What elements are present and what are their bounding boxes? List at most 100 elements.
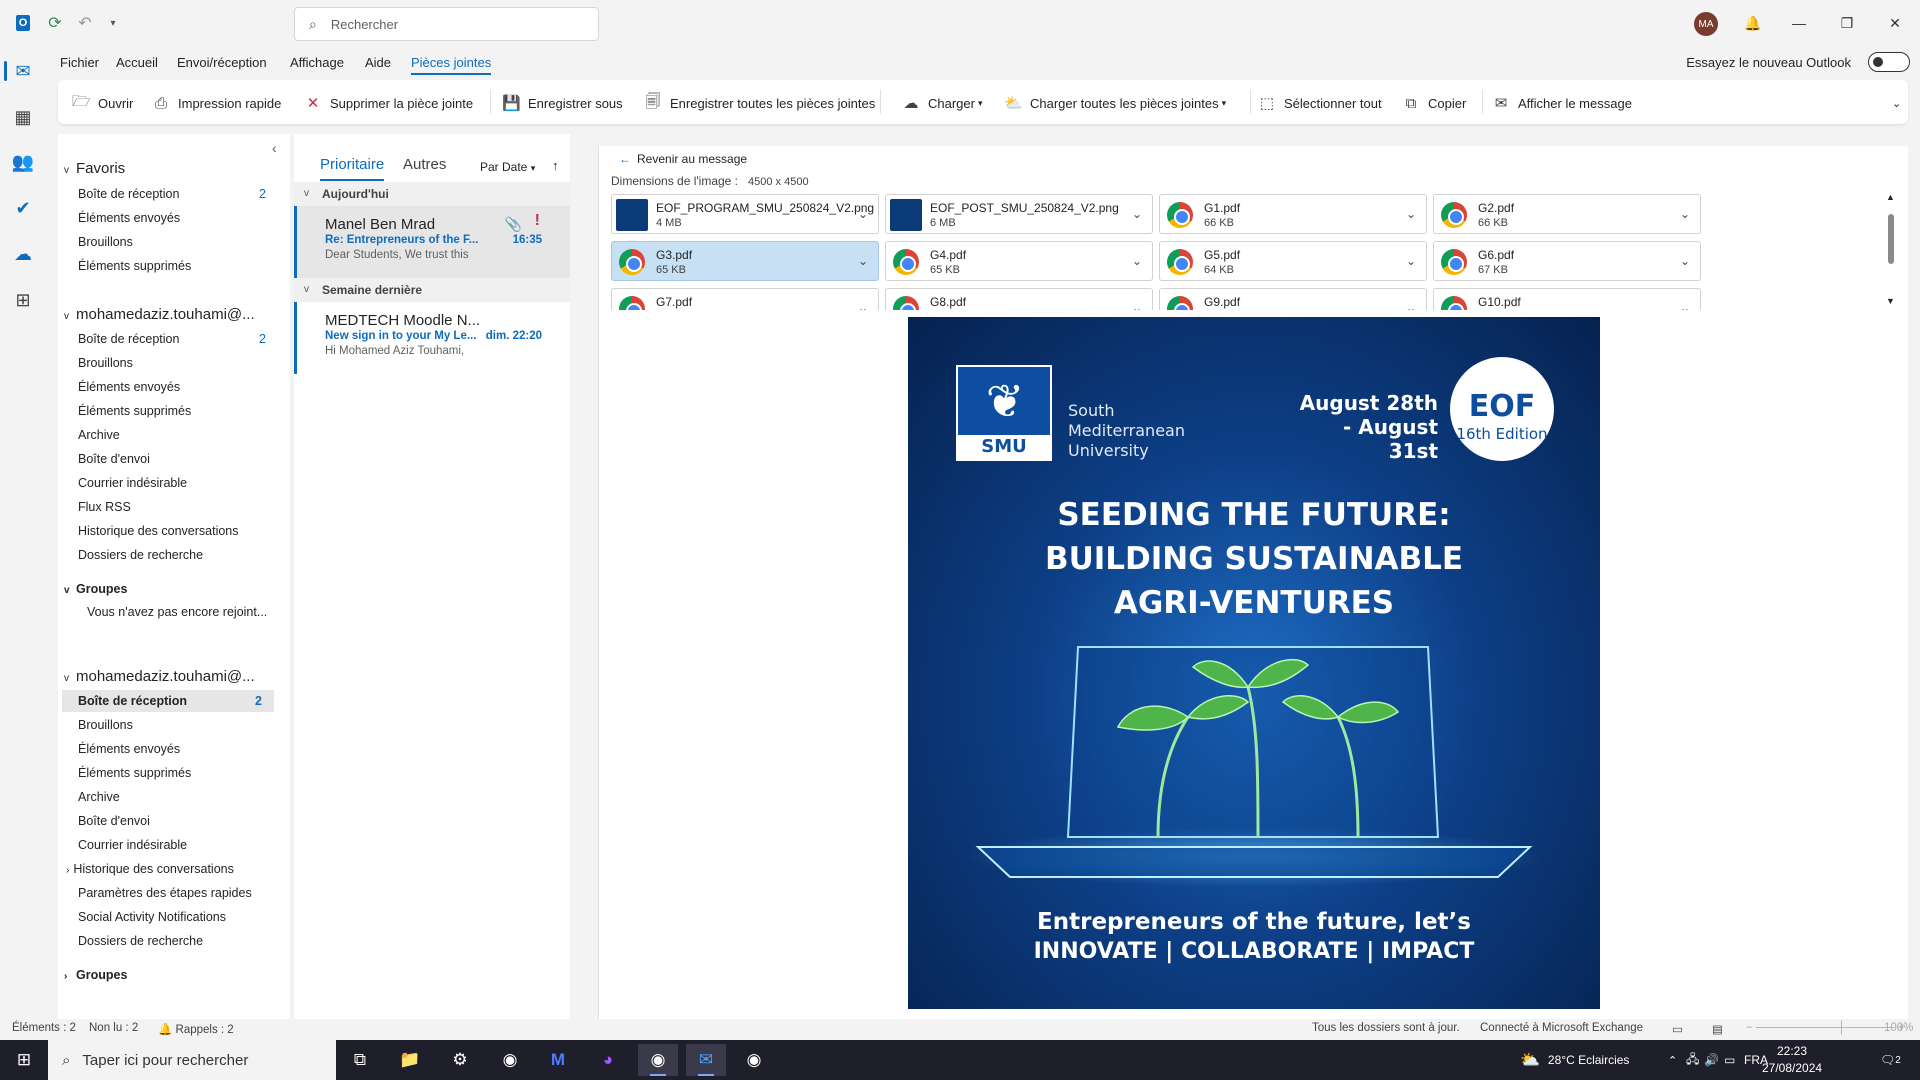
acc2-inbox[interactable]: Boîte de réception 2	[62, 690, 274, 712]
attachment-dropdown-chevron-icon[interactable]: ⌄	[858, 207, 868, 221]
acc2-folder[interactable]: Archive	[78, 786, 278, 808]
attachment-tile[interactable]: G3.pdf 65 KB ⌄	[611, 241, 879, 281]
tab-pieces-jointes[interactable]: Pièces jointes	[411, 55, 492, 75]
outlook-taskbar-icon[interactable]: ✉	[686, 1044, 726, 1076]
attachment-tile[interactable]: G5.pdf 64 KB ⌄	[1159, 241, 1427, 281]
chrome-profile-icon[interactable]: ◉	[638, 1044, 678, 1076]
calendar-icon[interactable]: ▦	[0, 97, 46, 137]
fav-drafts[interactable]: Brouillons	[78, 231, 278, 253]
acc2-folder[interactable]: Social Activity Notifications	[78, 906, 278, 928]
open-button[interactable]: 🗁 Ouvrir	[72, 92, 133, 114]
bell-icon[interactable]: 🔔	[1738, 10, 1768, 36]
mail-item[interactable]: Manel Ben Mrad 📎 ! Re: Entrepreneurs of …	[294, 206, 570, 278]
avatar[interactable]: MA	[1694, 12, 1718, 36]
settings-gear-icon[interactable]: ⚙	[440, 1044, 480, 1076]
quick-access-dropdown-icon[interactable]: ▾	[102, 12, 124, 34]
acc1-groups-header[interactable]: v Groupes	[64, 582, 127, 596]
acc1-inbox[interactable]: Boîte de réception 2	[78, 328, 278, 350]
attachment-tile[interactable]: G6.pdf 67 KB ⌄	[1433, 241, 1701, 281]
upload-button[interactable]: ☁ Charger ▾	[902, 92, 983, 114]
quick-print-button[interactable]: ⎙ Impression rapide	[152, 92, 281, 114]
acc2-folder-expandable[interactable]: › Historique des conversations	[66, 858, 266, 880]
attachment-tile[interactable]: G10.pdf ⌄	[1433, 288, 1701, 310]
tab-fichier[interactable]: Fichier	[60, 55, 99, 70]
save-as-button[interactable]: 💾 Enregistrer sous	[502, 92, 623, 114]
tray-show-hidden-icon[interactable]: ⌃	[1668, 1040, 1677, 1080]
favorites-header[interactable]: v Favoris	[64, 160, 125, 177]
mail-icon[interactable]: ✉	[0, 51, 46, 91]
attachment-dropdown-chevron-icon[interactable]: ⌄	[1132, 301, 1142, 310]
attachment-dropdown-chevron-icon[interactable]: ⌄	[1680, 207, 1690, 221]
attachment-dropdown-chevron-icon[interactable]: ⌄	[1406, 301, 1416, 310]
acc2-folder[interactable]: Brouillons	[78, 714, 278, 736]
acc2-folder[interactable]: Paramètres des étapes rapides	[78, 882, 278, 904]
close-button[interactable]: ✕	[1880, 10, 1910, 36]
copy-button[interactable]: ⧉ Copier	[1402, 92, 1467, 114]
fav-deleted[interactable]: Éléments supprimés	[78, 255, 278, 277]
acc1-folder[interactable]: Courrier indésirable	[78, 472, 278, 494]
attachment-tile[interactable]: G9.pdf ⌄	[1159, 288, 1427, 310]
undo-icon[interactable]: ↶	[74, 12, 96, 34]
account1-header[interactable]: v mohamedaziz.touhami@...	[64, 306, 255, 323]
sort-dropdown[interactable]: Par Date ▾	[480, 160, 535, 174]
group-last-week[interactable]: Semaine dernière	[294, 278, 570, 302]
volume-icon[interactable]: 🔊	[1704, 1040, 1719, 1080]
tab-aide[interactable]: Aide	[365, 55, 391, 70]
attachment-tile[interactable]: G8.pdf ⌄	[885, 288, 1153, 310]
onedrive-icon[interactable]: ☁	[0, 234, 46, 274]
attachment-tile[interactable]: G7.pdf ⌄	[611, 288, 879, 310]
battery-icon[interactable]: ▭	[1724, 1040, 1735, 1080]
attachment-tile[interactable]: G4.pdf 65 KB ⌄	[885, 241, 1153, 281]
reminders-status[interactable]: 🔔 Rappels : 2	[158, 1022, 234, 1036]
task-view-icon[interactable]: ⧉	[340, 1044, 380, 1076]
fav-sent[interactable]: Éléments envoyés	[78, 207, 278, 229]
attachment-tile[interactable]: EOF_POST_SMU_250824_V2.png 6 MB ⌄	[885, 194, 1153, 234]
chrome-alt-icon[interactable]: ◉	[734, 1044, 774, 1076]
scroll-up-icon[interactable]: ▲	[1886, 192, 1895, 202]
try-new-outlook-toggle[interactable]	[1868, 52, 1910, 72]
tab-other[interactable]: Autres	[403, 156, 446, 173]
chrome-icon[interactable]: ◉	[490, 1044, 530, 1076]
select-all-button[interactable]: ⬚ Sélectionner tout	[1258, 92, 1382, 114]
back-to-message-link[interactable]: ← Revenir au message	[619, 152, 747, 166]
weather-widget[interactable]: ⛅ 28°C Eclaircies	[1520, 1040, 1629, 1080]
upload-all-button[interactable]: ⛅ Charger toutes les pièces jointes ▾	[1004, 92, 1226, 114]
acc2-folder[interactable]: Éléments envoyés	[78, 738, 278, 760]
tab-envoi-reception[interactable]: Envoi/réception	[177, 55, 267, 70]
scrollbar-thumb[interactable]	[1888, 214, 1894, 264]
acc1-folder[interactable]: Historique des conversations	[78, 520, 278, 542]
todo-icon[interactable]: ✔	[0, 188, 46, 228]
tab-affichage[interactable]: Affichage	[290, 55, 344, 70]
network-icon[interactable]: 🖧	[1686, 1040, 1699, 1080]
acc2-folder[interactable]: Courrier indésirable	[78, 834, 278, 856]
attachment-dropdown-chevron-icon[interactable]: ⌄	[1406, 207, 1416, 221]
attachment-tile[interactable]: G1.pdf 66 KB ⌄	[1159, 194, 1427, 234]
people-icon[interactable]: 👥	[0, 142, 46, 182]
attachment-dropdown-chevron-icon[interactable]: ⌄	[858, 301, 868, 310]
zoom-slider[interactable]: − ──────────┼────── +	[1746, 1022, 1904, 1034]
attachment-tile[interactable]: G2.pdf 66 KB ⌄	[1433, 194, 1701, 234]
tab-focused[interactable]: Prioritaire	[320, 156, 385, 181]
sync-icon[interactable]: ⟳	[44, 12, 66, 34]
attachment-dropdown-chevron-icon[interactable]: ⌄	[858, 254, 868, 268]
m-app-icon[interactable]: M	[538, 1044, 578, 1076]
mail-item[interactable]: MEDTECH Moodle N... New sign in to your …	[294, 302, 570, 374]
attachments-scrollbar[interactable]: ▲ ▼	[1886, 192, 1896, 306]
attachment-dropdown-chevron-icon[interactable]: ⌄	[1680, 301, 1690, 310]
file-explorer-icon[interactable]: 📁	[390, 1044, 430, 1076]
attachment-dropdown-chevron-icon[interactable]: ⌄	[1132, 207, 1142, 221]
acc1-folder[interactable]: Dossiers de recherche	[78, 544, 278, 566]
fav-inbox[interactable]: Boîte de réception 2	[78, 183, 278, 205]
attachment-dropdown-chevron-icon[interactable]: ⌄	[1132, 254, 1142, 268]
tab-accueil[interactable]: Accueil	[116, 55, 158, 70]
acc1-folder[interactable]: Éléments supprimés	[78, 400, 278, 422]
attachment-dropdown-chevron-icon[interactable]: ⌄	[1680, 254, 1690, 268]
scroll-down-icon[interactable]: ▼	[1886, 296, 1895, 306]
acc1-folder[interactable]: Boîte d'envoi	[78, 448, 278, 470]
discord-icon[interactable]: ◕	[588, 1044, 628, 1076]
acc1-folder[interactable]: Flux RSS	[78, 496, 278, 518]
restore-button[interactable]: ❐	[1832, 10, 1862, 36]
apps-icon[interactable]: ⊞	[0, 280, 46, 320]
sort-direction-arrow-icon[interactable]: ↑	[552, 158, 559, 173]
acc2-folder[interactable]: Boîte d'envoi	[78, 810, 278, 832]
